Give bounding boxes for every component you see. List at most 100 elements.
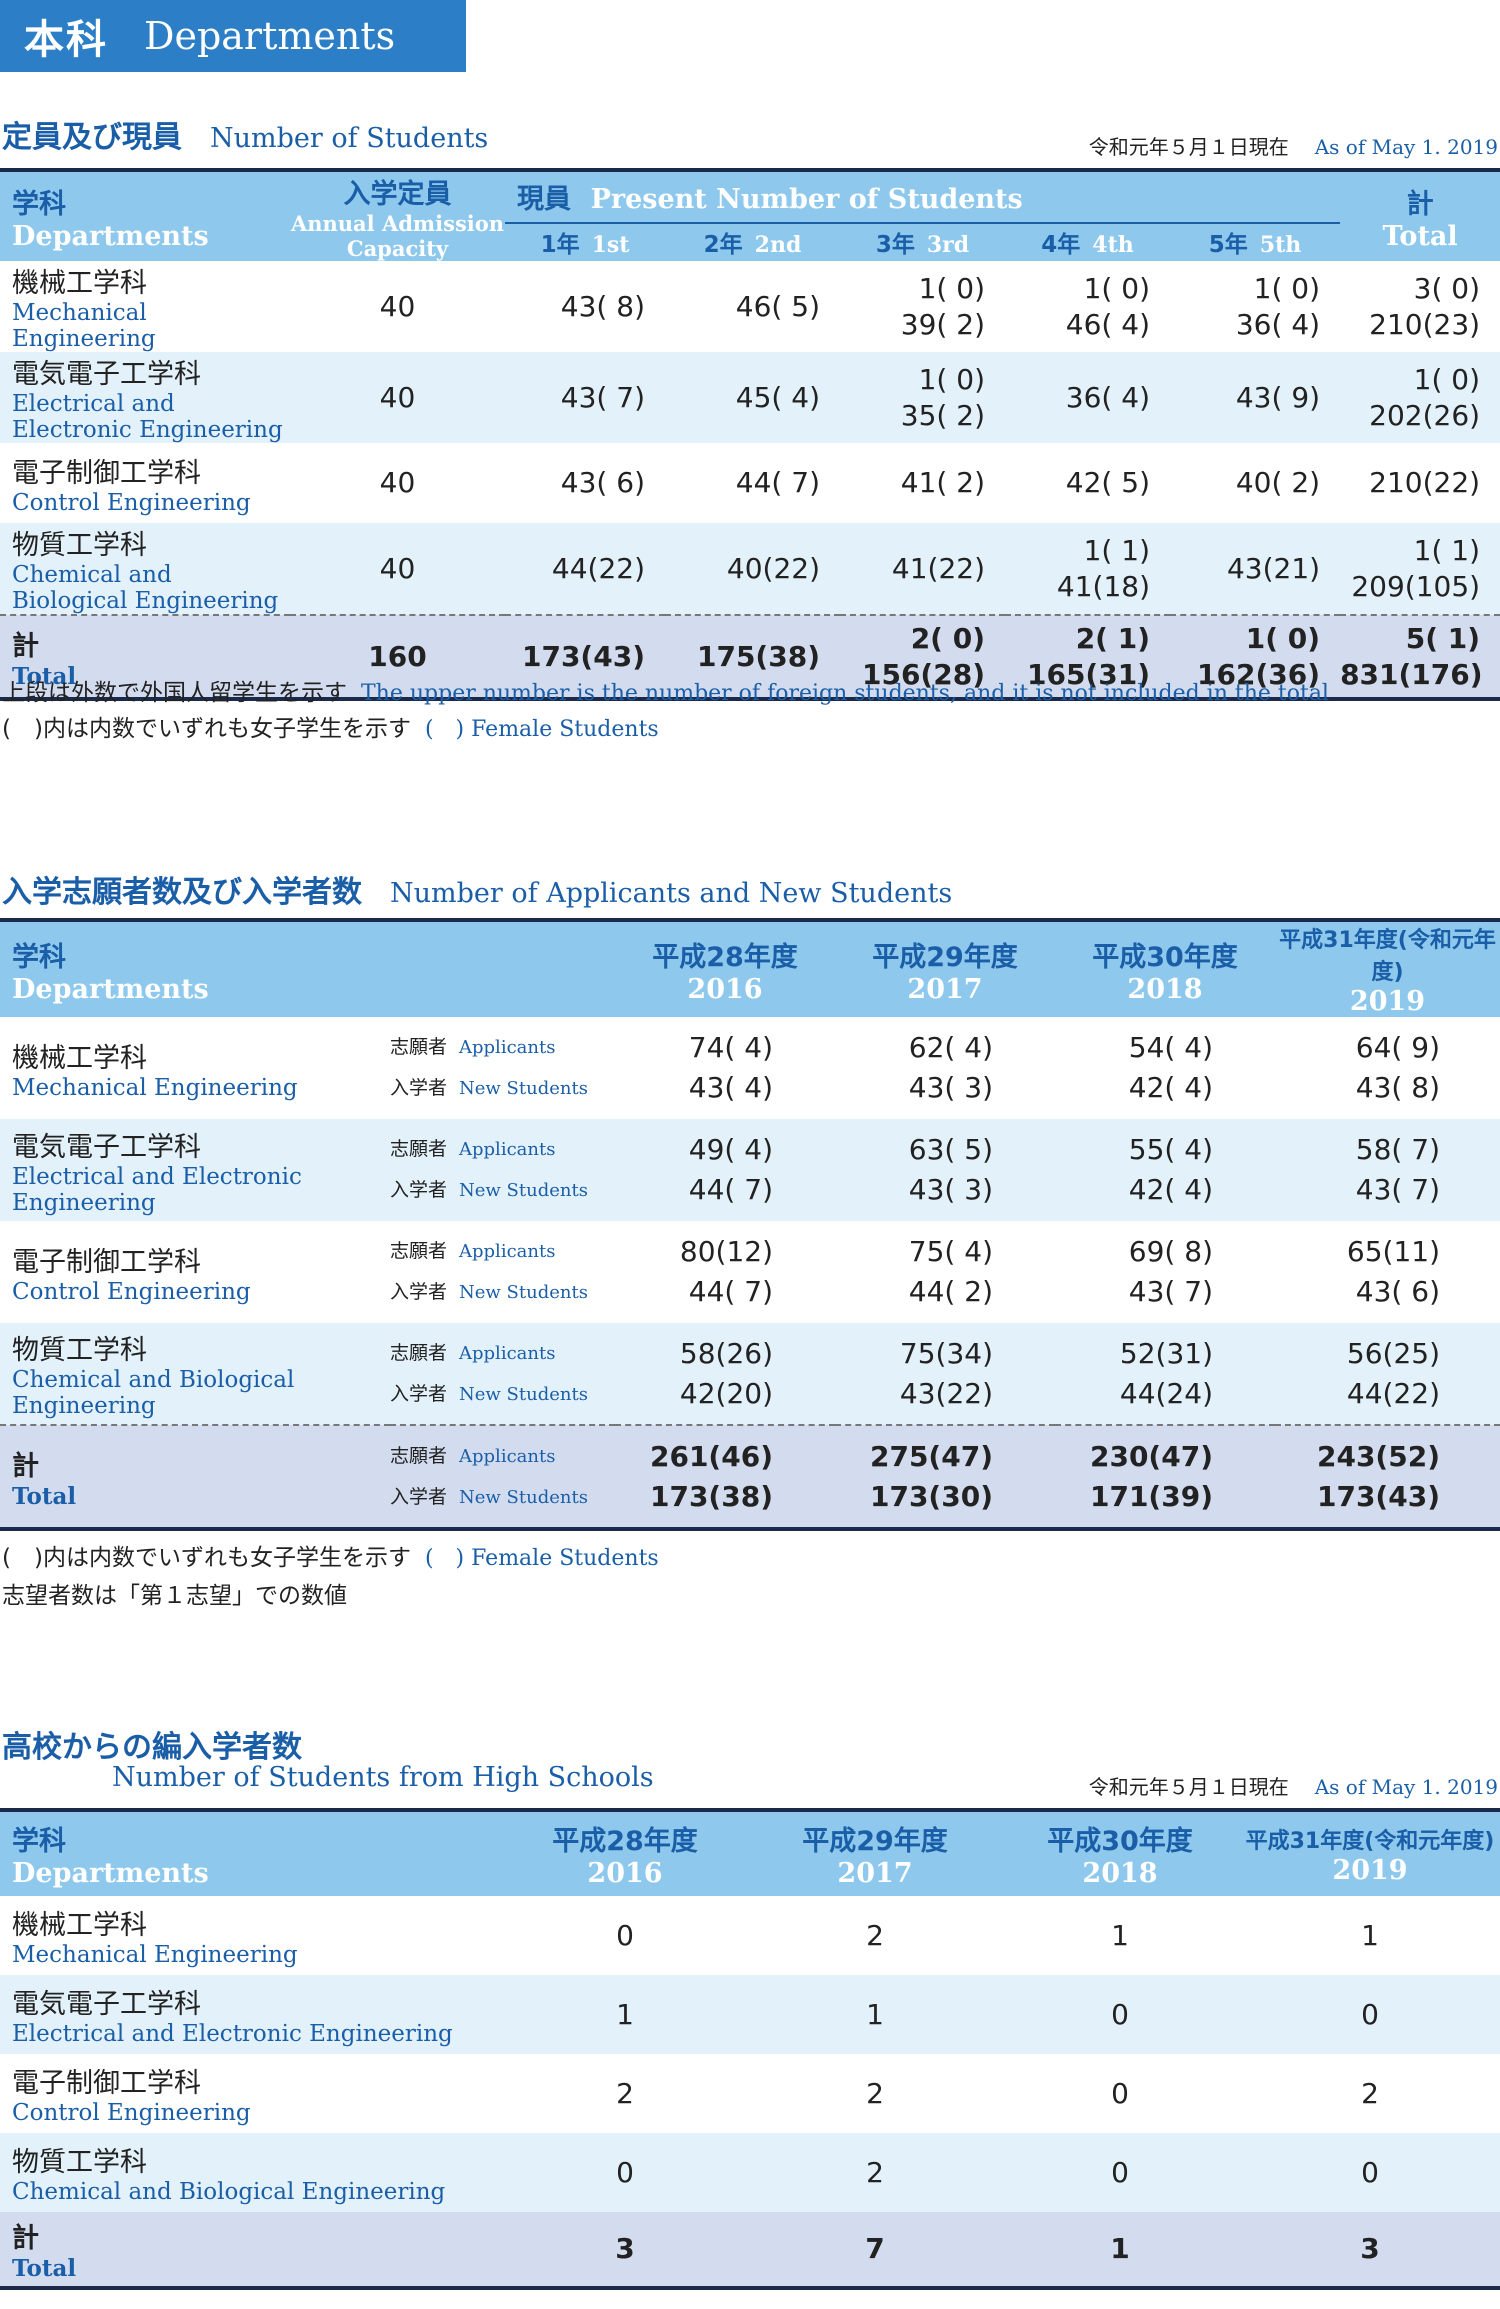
note-female-jp: ( )内は内数でいずれも女子学生を示す	[2, 1545, 411, 1571]
new-students-label: 入学者 New Students	[390, 1477, 615, 1518]
applicants-label-en: Applicants	[459, 1342, 556, 1364]
applicants-label: 志願者 Applicants	[390, 1231, 615, 1272]
header-department: 学科 Departments	[0, 1810, 500, 1896]
count-cell: 0	[1361, 1997, 1379, 2031]
year-en: 3rd	[926, 232, 970, 259]
year-en: 5th	[1259, 232, 1302, 259]
total-row: 計 Total 志願者 Applicants 入学者 New Students 261(46…	[0, 1425, 1500, 1529]
note-first-choice-jp: 志望者数は「第１志望」での数値	[2, 1583, 347, 1609]
row-labels: 志願者 Applicants 入学者 New Students	[390, 1017, 615, 1119]
table-row: 電子制御工学科 Control Engineering 志願者 Applicants 入…	[0, 1221, 1500, 1323]
section-title-en: Number of Applicants and New Students	[390, 878, 953, 909]
applicants-count: 230(47)	[1089, 1439, 1213, 1473]
table-row: 機械工学科 Mechanical Engineering 志願者 Applicants…	[0, 1017, 1500, 1119]
new-students-count: 44(22)	[1346, 1376, 1440, 1410]
student-count: 41(22)	[891, 551, 985, 585]
student-count: 35( 2)	[900, 398, 985, 432]
year-en: 2018	[1127, 973, 1203, 1005]
note-female-2: ( )内は内数でいずれも女子学生を示す ( ) Female Students	[2, 1538, 659, 1572]
foreign-count: 1( 0)	[918, 271, 985, 305]
year-jp: 平成30年度	[1047, 1826, 1193, 1857]
new-students-count: 44( 7)	[688, 1275, 773, 1308]
year-en: 2017	[837, 1858, 913, 1889]
table-row: 電子制御工学科 Control Engineering 2 2 0 2	[0, 2054, 1500, 2133]
applicants-label-en: Applicants	[459, 1037, 556, 1058]
student-count: 210(22)	[1369, 466, 1481, 499]
header-year-1: 1年 1st	[505, 222, 665, 261]
applicants-label-jp: 志願者	[390, 1036, 448, 1058]
count-cell: 0	[616, 2155, 634, 2189]
new-students-label-jp: 入学者	[390, 1077, 448, 1099]
section-title-applicants: 入学志願者数及び入学者数 Number of Applicants and Ne…	[2, 867, 952, 911]
count-cell: 65(11) 43( 6)	[1275, 1221, 1500, 1323]
header-total: 計 Total	[1340, 170, 1500, 261]
new-students-label-en: New Students	[459, 1383, 588, 1405]
year-en: 2018	[1082, 1858, 1158, 1889]
student-count: 175(38)	[696, 639, 820, 673]
page-banner: 本科 Departments	[0, 0, 466, 72]
header-year-1: 平成28年度 2016	[500, 1810, 750, 1896]
count-cell: 0	[1361, 2155, 1379, 2189]
student-count: 43(21)	[1226, 551, 1321, 585]
count-cell: 2	[866, 1918, 884, 1952]
count-cell: 243(52) 173(43)	[1275, 1425, 1500, 1529]
count-cell: 44( 7)	[665, 443, 840, 523]
count-cell: 58(26) 42(20)	[615, 1323, 835, 1425]
header-year-2: 平成29年度 2017	[750, 1810, 1000, 1896]
count-cell: 40(22)	[665, 523, 840, 615]
count-cell: 56(25) 44(22)	[1275, 1323, 1500, 1425]
table-row: 電気電子工学科 Electrical and Electronic Enginee…	[0, 352, 1500, 443]
as-of-date-2: 令和元年５月１日現在 As of May 1. 2019	[1089, 1771, 1498, 1800]
new-students-label-jp: 入学者	[390, 1485, 448, 1508]
department-name: 物質工学科 Chemical and Biological Engineering	[0, 1323, 390, 1425]
year-jp: 平成28年度	[652, 941, 798, 973]
as-of-jp: 令和元年５月１日現在	[1088, 1775, 1289, 1799]
new-students-label: 入学者 New Students	[390, 1170, 615, 1211]
applicants-count: 58(26)	[679, 1336, 773, 1370]
applicants-count: 261(46)	[649, 1439, 773, 1473]
count-cell: 1	[1361, 1918, 1379, 1952]
count-cell: 5( 1) 831(176)	[1340, 615, 1500, 699]
student-count: 36( 4)	[1235, 307, 1321, 341]
department-name-en: Electrical and Electronic Engineering	[12, 391, 283, 443]
table-row: 機械工学科 Mechanical Engineering 40 43( 8) 46( 5…	[0, 261, 1500, 352]
new-students-label: 入学者 New Students	[390, 1272, 615, 1313]
count-cell: 64( 9) 43( 8)	[1275, 1017, 1500, 1119]
new-students-count: 173(38)	[649, 1479, 773, 1513]
header-year-5: 5年 5th	[1170, 222, 1341, 261]
department-name: 機械工学科 Mechanical Engineering	[0, 261, 290, 352]
department-name: 電気電子工学科 Electrical and Electronic Enginee…	[0, 1975, 500, 2054]
year-en: 2nd	[754, 232, 802, 259]
year-jp: 平成29年度	[802, 1826, 948, 1857]
student-count: 831(176)	[1340, 657, 1483, 691]
count-cell: 1( 1) 41(18)	[1005, 523, 1170, 615]
transfer-table: 学科 Departments 平成28年度 2016 平成29年度 2017 平成30年度…	[0, 1808, 1500, 2290]
total-label-jp: 計	[12, 1450, 39, 1482]
student-count: 46( 5)	[735, 289, 820, 323]
header-department: 学科 Departments	[0, 170, 290, 261]
table-row: 電子制御工学科 Control Engineering 40 43( 6) 44( 7)…	[0, 443, 1500, 523]
department-name-jp: 物質工学科	[12, 1335, 147, 1366]
department-name-jp: 物質工学科	[12, 530, 147, 561]
count-cell: 3	[615, 2232, 635, 2265]
as-of-date: 令和元年５月１日現在 As of May 1. 2019	[1089, 131, 1498, 160]
table-row: 物質工学科 Chemical and Biological Engineering…	[0, 1323, 1500, 1425]
foreign-count: 5( 1)	[1405, 621, 1481, 655]
year-jp: 平成31年度(令和元年度)	[1279, 928, 1496, 985]
year-jp: 平成31年度(令和元年度)	[1245, 1828, 1495, 1854]
count-cell: 261(46) 173(38)	[615, 1425, 835, 1529]
applicants-label-en: Applicants	[459, 1139, 556, 1160]
year-jp: 平成29年度	[872, 941, 1018, 973]
count-cell: 2	[1361, 2076, 1379, 2110]
count-cell: 43( 6)	[505, 443, 665, 523]
applicants-count: 75( 4)	[908, 1235, 993, 1268]
count-cell: 275(47) 173(30)	[835, 1425, 1055, 1529]
table-row: 物質工学科 Chemical and Biological Engineering…	[0, 523, 1500, 615]
table-row: 物質工学科 Chemical and Biological Engineering…	[0, 2133, 1500, 2212]
applicants-label: 志願者 Applicants	[390, 1333, 615, 1374]
capacity-cell: 40	[379, 380, 416, 414]
new-students-count: 44(24)	[1119, 1376, 1213, 1410]
applicants-label-jp: 志願者	[390, 1444, 448, 1467]
applicants-count: 75(34)	[899, 1336, 993, 1370]
applicants-label: 志願者 Applicants	[390, 1027, 615, 1068]
